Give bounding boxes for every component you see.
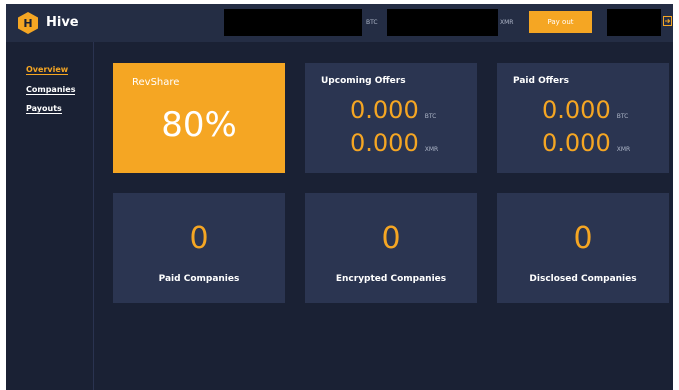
paid-btc-row: 0.000 BTC — [542, 96, 628, 124]
paid-btc-unit: BTC — [616, 113, 629, 120]
logout-icon[interactable] — [663, 16, 672, 26]
revshare-value: 80% — [161, 105, 237, 145]
xmr-address-field[interactable] — [387, 9, 498, 36]
encrypted-companies-card: 0 Encrypted Companies — [305, 193, 477, 303]
disclosed-companies-count: 0 — [573, 221, 593, 256]
btc-unit-label: BTC — [366, 19, 378, 26]
btc-address-field[interactable] — [224, 9, 362, 36]
paid-xmr-row: 0.000 XMR — [542, 129, 630, 157]
paid-companies-count: 0 — [189, 221, 209, 256]
upcoming-xmr-amount: 0.000 — [350, 129, 419, 157]
encrypted-companies-count: 0 — [381, 221, 401, 256]
disclosed-companies-card: 0 Disclosed Companies — [497, 193, 669, 303]
sidebar-item-overview[interactable]: Overview — [26, 65, 69, 75]
upcoming-xmr-row: 0.000 XMR — [350, 129, 438, 157]
paid-offers-card: Paid Offers 0.000 BTC 0.000 XMR — [497, 63, 669, 173]
paid-companies-label: Paid Companies — [158, 274, 240, 284]
upcoming-btc-unit: BTC — [424, 113, 437, 120]
paid-companies-card: 0 Paid Companies — [113, 193, 285, 303]
paid-xmr-amount: 0.000 — [542, 129, 611, 157]
disclosed-companies-label: Disclosed Companies — [529, 274, 637, 284]
brand-name: Hive — [46, 15, 79, 30]
upcoming-offers-title: Upcoming Offers — [321, 76, 406, 86]
paid-xmr-unit: XMR — [616, 146, 631, 153]
account-field[interactable] — [607, 9, 661, 36]
sidebar-item-companies[interactable]: Companies — [26, 85, 76, 95]
upcoming-btc-row: 0.000 BTC — [350, 96, 436, 124]
logo-letter: H — [23, 16, 33, 30]
encrypted-companies-label: Encrypted Companies — [335, 274, 447, 284]
sidebar-item-payouts[interactable]: Payouts — [26, 104, 62, 114]
paid-offers-title: Paid Offers — [513, 76, 569, 86]
hexagon-logo-icon: H — [18, 12, 38, 34]
pay-out-button[interactable]: Pay out — [529, 11, 592, 33]
revshare-title: RevShare — [132, 77, 180, 88]
app-frame: H Hive BTC XMR Pay out Overview Companie… — [6, 4, 673, 390]
upcoming-offers-card: Upcoming Offers 0.000 BTC 0.000 XMR — [305, 63, 477, 173]
revshare-card: RevShare 80% — [113, 63, 285, 173]
top-bar: H Hive BTC XMR Pay out — [6, 4, 673, 42]
upcoming-btc-amount: 0.000 — [350, 96, 419, 124]
paid-btc-amount: 0.000 — [542, 96, 611, 124]
xmr-unit-label: XMR — [500, 19, 514, 26]
sidebar: Overview Companies Payouts — [6, 42, 94, 390]
upcoming-xmr-unit: XMR — [424, 146, 439, 153]
